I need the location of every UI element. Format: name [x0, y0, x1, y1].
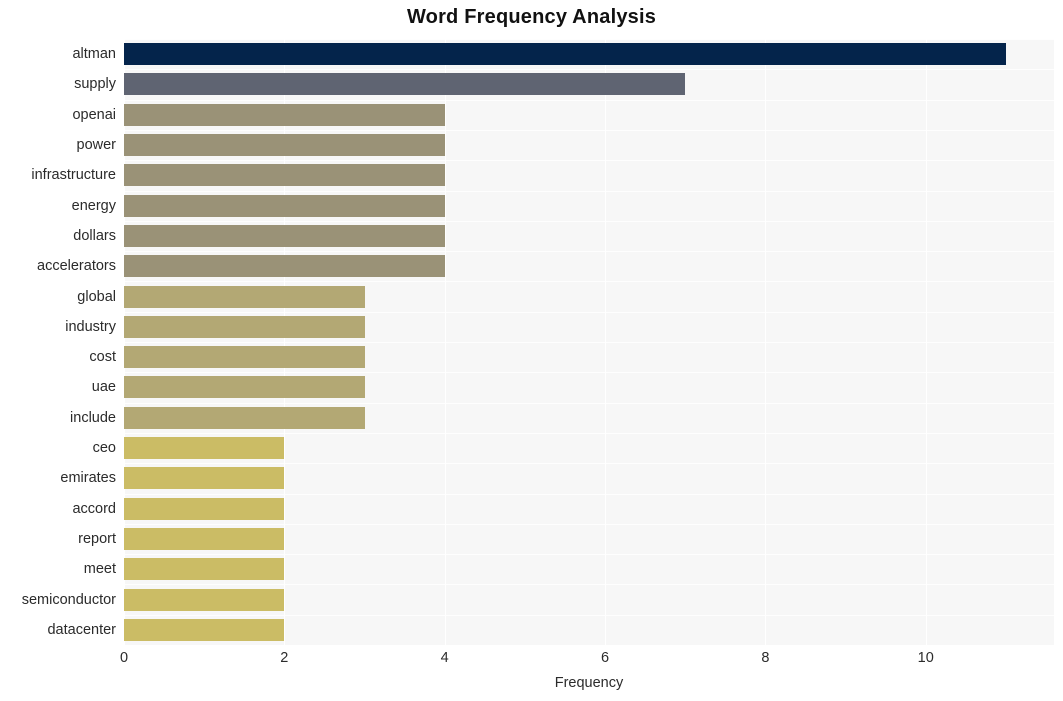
- bar[interactable]: [124, 497, 285, 520]
- bar[interactable]: [124, 224, 445, 247]
- chart-figure: Word Frequency Analysis altman supply open…: [0, 0, 1063, 701]
- bar[interactable]: [124, 285, 365, 308]
- y-axis-tick-label: supply: [74, 76, 116, 93]
- x-axis-tick-label: 6: [600, 650, 610, 666]
- gridline-horizontal: [124, 281, 1054, 283]
- y-axis-tick-label: emirates: [60, 470, 116, 487]
- bar[interactable]: [124, 437, 285, 460]
- x-axis-title: Frequency: [554, 675, 624, 691]
- bar[interactable]: [124, 467, 285, 490]
- gridline-horizontal: [124, 523, 1054, 525]
- y-axis-tick-label: semiconductor: [21, 591, 116, 608]
- y-axis-tick-label: cost: [89, 349, 116, 366]
- bar[interactable]: [124, 406, 365, 429]
- bar[interactable]: [124, 618, 285, 641]
- gridline-horizontal: [124, 99, 1054, 101]
- bar[interactable]: [124, 527, 285, 550]
- y-axis-tick-label: dollars: [73, 227, 116, 244]
- y-axis-tick-label: energy: [71, 197, 116, 214]
- y-axis-tick-label: datacenter: [47, 621, 116, 638]
- gridline-horizontal: [124, 342, 1054, 343]
- gridline-horizontal: [124, 129, 1054, 131]
- x-axis-tick-label: 10: [917, 650, 934, 666]
- bar[interactable]: [124, 43, 1006, 66]
- gridline-horizontal: [124, 432, 1054, 434]
- bar[interactable]: [124, 194, 445, 217]
- y-axis-tick-label: infrastructure: [31, 167, 116, 184]
- gridline-horizontal: [124, 220, 1054, 222]
- y-axis-tick-label: altman: [72, 46, 116, 63]
- gridline-horizontal: [124, 463, 1054, 465]
- chart-title: Word Frequency Analysis: [406, 6, 657, 28]
- y-axis-tick-label: accelerators: [37, 258, 116, 275]
- gridline-horizontal: [124, 554, 1054, 556]
- y-axis-tick-label: power: [76, 137, 117, 154]
- gridline-horizontal: [124, 69, 1054, 71]
- gridline-horizontal: [124, 372, 1054, 374]
- y-axis-tick-label: openai: [72, 106, 116, 123]
- gridline-horizontal: [124, 584, 1054, 586]
- bar[interactable]: [124, 73, 686, 96]
- gridline-horizontal: [124, 39, 1054, 40]
- gridline-horizontal: [124, 493, 1054, 495]
- y-axis-tick-label: accord: [72, 500, 116, 517]
- y-axis-tick-label: report: [78, 530, 116, 547]
- gridline-horizontal: [124, 160, 1054, 162]
- y-axis-tick-label: include: [70, 409, 116, 426]
- bar[interactable]: [124, 315, 365, 338]
- bar[interactable]: [124, 134, 445, 157]
- gridline-horizontal: [124, 190, 1054, 192]
- y-axis-tick-label: industry: [65, 318, 116, 335]
- bar[interactable]: [124, 346, 365, 369]
- gridline-horizontal: [124, 311, 1054, 313]
- y-axis-tick-label: meet: [83, 561, 116, 578]
- y-axis-tick-label: ceo: [92, 440, 116, 457]
- gridline-horizontal: [124, 645, 1054, 646]
- gridline-horizontal: [124, 251, 1054, 253]
- y-axis-tick-label: uae: [91, 379, 116, 396]
- bar[interactable]: [124, 255, 445, 278]
- gridline-horizontal: [124, 402, 1054, 404]
- bar[interactable]: [124, 558, 285, 581]
- x-axis-tick-label: 2: [280, 650, 289, 666]
- bar[interactable]: [124, 376, 365, 399]
- x-axis-tick-label: 0: [119, 650, 129, 666]
- bar[interactable]: [124, 103, 445, 126]
- x-axis-tick-label: 8: [761, 650, 770, 666]
- plot-area: [124, 39, 1054, 646]
- gridline-horizontal: [124, 614, 1054, 616]
- bar[interactable]: [124, 588, 285, 611]
- x-axis-tick-label: 4: [440, 650, 449, 666]
- y-axis-tick-label: global: [77, 288, 116, 305]
- bar[interactable]: [124, 164, 445, 187]
